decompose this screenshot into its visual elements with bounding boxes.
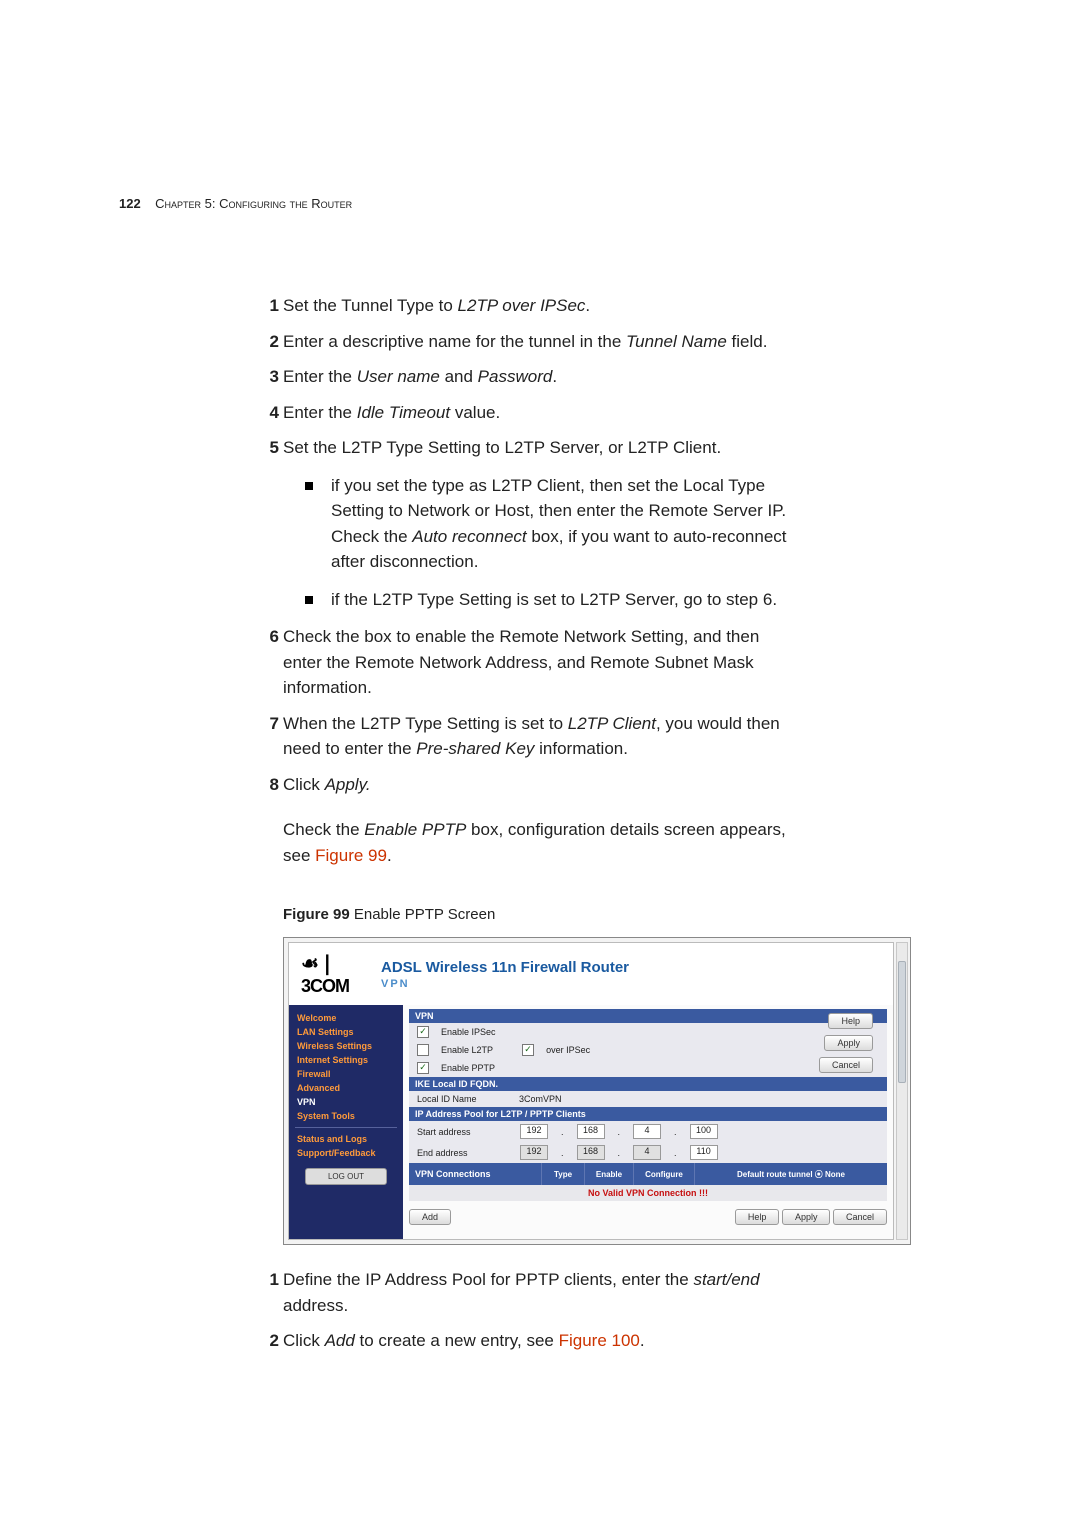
over-ipsec-checkbox[interactable] [522,1044,534,1056]
enable-pptp-checkbox[interactable] [417,1062,429,1074]
numbered-steps-2: 1Define the IP Address Pool for PPTP cli… [249,1267,799,1354]
sidebar-item-internet[interactable]: Internet Settings [289,1053,403,1067]
help-button[interactable]: Help [828,1013,873,1029]
page-header: 122 Chapter 5: Configuring the Router [119,195,799,213]
step-2: 2Enter a descriptive name for the tunnel… [249,329,799,355]
step-8: 8Click Apply. [249,772,799,798]
logout-button[interactable]: LOG OUT [305,1168,387,1185]
pool-header: IP Address Pool for L2TP / PPTP Clients [409,1107,887,1121]
step2-1: 1Define the IP Address Pool for PPTP cli… [249,1267,799,1318]
sidebar-item-firewall[interactable]: Firewall [289,1067,403,1081]
sidebar: Welcome LAN Settings Wireless Settings I… [289,1005,403,1239]
numbered-steps-1: 1Set the Tunnel Type to L2TP over IPSec.… [249,293,799,797]
start-ip-3[interactable]: 4 [633,1124,661,1139]
sidebar-item-welcome[interactable]: Welcome [289,1011,403,1025]
step-1: 1Set the Tunnel Type to L2TP over IPSec. [249,293,799,319]
figure-99-caption: Figure 99 Enable PPTP Screen [283,906,799,923]
figure-99-link[interactable]: Figure 99 [315,846,387,865]
end-address-label: End address [417,1148,507,1158]
end-ip-4[interactable]: 110 [690,1145,718,1160]
sidebar-item-status[interactable]: Status and Logs [289,1132,403,1146]
step-4: 4Enter the Idle Timeout value. [249,400,799,426]
apply-button-2[interactable]: Apply [782,1209,831,1225]
sidebar-item-support[interactable]: Support/Feedback [289,1146,403,1160]
page-number: 122 [119,196,141,211]
step-5-sublist: if you set the type as L2TP Client, then… [305,473,799,613]
start-ip-1[interactable]: 192 [520,1124,548,1139]
enable-l2tp-checkbox[interactable] [417,1044,429,1056]
step2-2: 2Click Add to create a new entry, see Fi… [249,1328,799,1354]
add-button[interactable]: Add [409,1209,451,1225]
sidebar-item-tools[interactable]: System Tools [289,1109,403,1123]
step-5b: if the L2TP Type Setting is set to L2TP … [305,587,799,613]
scrollbar[interactable] [896,942,908,1240]
step-5: 5Set the L2TP Type Setting to L2TP Serve… [249,435,799,612]
no-connection-message: No Valid VPN Connection !!! [409,1185,887,1201]
scrollbar-thumb[interactable] [898,961,906,1083]
help-button-2[interactable]: Help [735,1209,780,1225]
step-5a: if you set the type as L2TP Client, then… [305,473,799,575]
sidebar-item-lan[interactable]: LAN Settings [289,1025,403,1039]
cancel-button[interactable]: Cancel [819,1057,873,1073]
ike-header: IKE Local ID FQDN. [409,1077,887,1091]
end-ip-1: 192 [520,1145,548,1160]
chapter-label: Chapter 5: Configuring the Router [155,196,352,211]
step-3: 3Enter the User name and Password. [249,364,799,390]
3com-logo: ☙❘ 3COM [301,951,381,997]
step-7: 7When the L2TP Type Setting is set to L2… [249,711,799,762]
local-id-label: Local ID Name [417,1094,507,1104]
start-ip-4[interactable]: 100 [690,1124,718,1139]
vpn-connections-header: VPN Connections Type Enable Configure De… [409,1163,887,1185]
apply-button[interactable]: Apply [824,1035,873,1051]
enable-ipsec-checkbox[interactable] [417,1026,429,1038]
cancel-button-2[interactable]: Cancel [833,1209,887,1225]
sidebar-item-vpn[interactable]: VPN [289,1095,403,1109]
router-header: ☙❘ 3COM ADSL Wireless 11n Firewall Route… [289,943,893,1005]
start-address-label: Start address [417,1127,507,1137]
paragraph-enable-pptp: Check the Enable PPTP box, configuration… [283,817,799,868]
end-ip-2: 168 [577,1145,605,1160]
end-ip-3: 4 [633,1145,661,1160]
router-title: ADSL Wireless 11n Firewall Router [381,959,629,976]
vpn-header: VPN [409,1009,887,1023]
sidebar-item-advanced[interactable]: Advanced [289,1081,403,1095]
local-id-value: 3ComVPN [519,1094,562,1104]
step-6: 6Check the box to enable the Remote Netw… [249,624,799,701]
figure-99-screenshot: ☙❘ 3COM ADSL Wireless 11n Firewall Route… [283,937,911,1245]
router-section: VPN [381,978,629,990]
sidebar-item-wireless[interactable]: Wireless Settings [289,1039,403,1053]
figure-100-link[interactable]: Figure 100 [559,1331,640,1350]
start-ip-2[interactable]: 168 [577,1124,605,1139]
